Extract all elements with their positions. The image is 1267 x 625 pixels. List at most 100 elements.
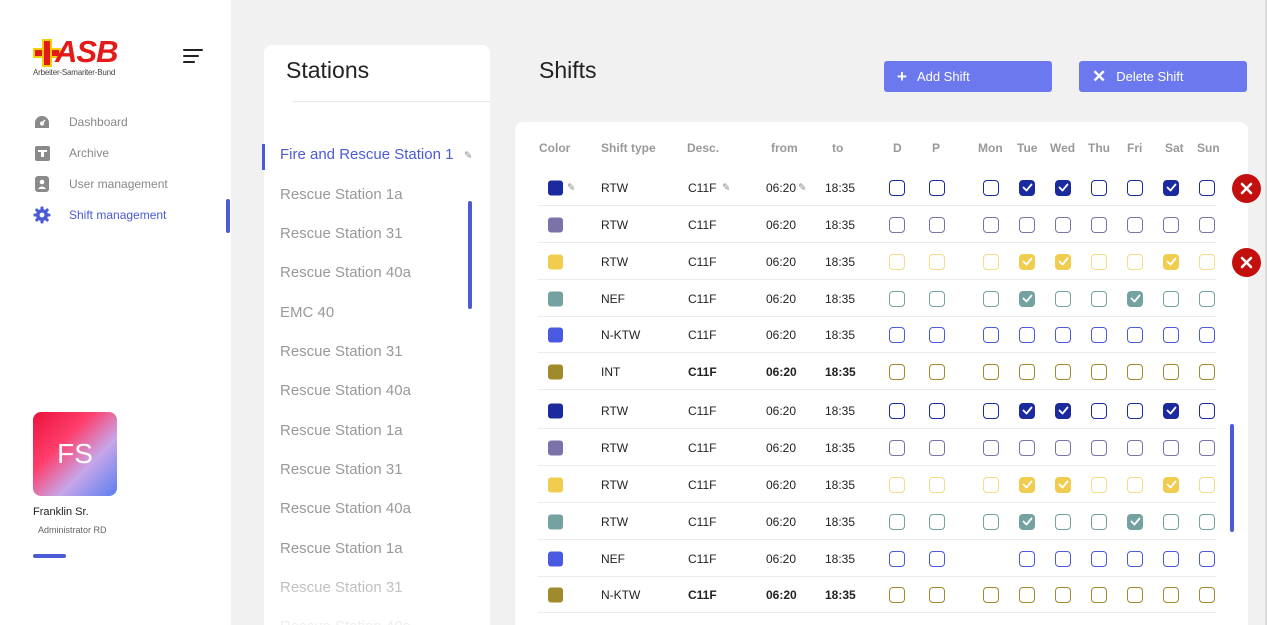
day-checkbox-checked[interactable] xyxy=(1019,290,1035,307)
day-checkbox-checked[interactable] xyxy=(1055,253,1071,270)
column-header-sun[interactable]: Sun xyxy=(1197,141,1220,155)
station-item[interactable]: Rescue Station 1a xyxy=(280,540,403,557)
day-checkbox[interactable] xyxy=(1127,253,1143,270)
day-checkbox[interactable] xyxy=(983,290,999,307)
day-checkbox[interactable] xyxy=(983,586,999,603)
day-checkbox[interactable] xyxy=(1055,513,1071,530)
day-checkbox[interactable] xyxy=(1199,402,1215,419)
station-item[interactable]: Rescue Station 1a xyxy=(280,422,403,439)
day-checkbox[interactable] xyxy=(889,476,905,493)
stations-scrollbar[interactable] xyxy=(468,201,472,309)
day-checkbox[interactable] xyxy=(1163,439,1179,456)
day-checkbox[interactable] xyxy=(1127,586,1143,603)
column-header-from[interactable]: from xyxy=(771,141,798,155)
station-item[interactable]: Rescue Station 31 xyxy=(280,579,403,596)
day-checkbox[interactable] xyxy=(983,326,999,343)
color-swatch[interactable] xyxy=(548,514,563,529)
day-checkbox[interactable] xyxy=(1199,439,1215,456)
day-checkbox[interactable] xyxy=(889,290,905,307)
day-checkbox[interactable] xyxy=(983,439,999,456)
edit-desc-pencil-icon[interactable]: ✎ xyxy=(722,182,730,193)
asb-logo[interactable]: ASB Arbeiter-Samariter-Bund xyxy=(33,36,137,80)
day-checkbox[interactable] xyxy=(1091,216,1107,233)
day-checkbox[interactable] xyxy=(1199,363,1215,380)
day-checkbox[interactable] xyxy=(1091,290,1107,307)
day-checkbox[interactable] xyxy=(929,326,945,343)
day-checkbox[interactable] xyxy=(1055,216,1071,233)
color-swatch[interactable] xyxy=(548,403,563,418)
color-swatch[interactable] xyxy=(548,477,563,492)
day-checkbox[interactable] xyxy=(983,253,999,270)
day-checkbox[interactable] xyxy=(983,476,999,493)
day-checkbox[interactable] xyxy=(889,216,905,233)
day-checkbox[interactable] xyxy=(1019,216,1035,233)
day-checkbox[interactable] xyxy=(929,290,945,307)
station-item[interactable]: Rescue Station 40a xyxy=(280,500,411,517)
day-checkbox-checked[interactable] xyxy=(1019,476,1035,493)
station-item[interactable]: Rescue Station 31 xyxy=(280,225,403,242)
day-checkbox-checked[interactable] xyxy=(1127,513,1143,530)
delete-shift-button[interactable]: ✕ Delete Shift xyxy=(1079,61,1247,92)
station-item[interactable]: EMC 40 xyxy=(280,304,334,321)
day-checkbox[interactable] xyxy=(1091,253,1107,270)
day-checkbox-checked[interactable] xyxy=(1055,476,1071,493)
day-checkbox[interactable] xyxy=(1127,476,1143,493)
color-swatch[interactable] xyxy=(548,217,563,232)
day-checkbox[interactable] xyxy=(889,439,905,456)
day-checkbox[interactable] xyxy=(1019,326,1035,343)
day-checkbox-checked[interactable] xyxy=(1019,179,1035,196)
day-checkbox[interactable] xyxy=(1127,402,1143,419)
day-checkbox[interactable] xyxy=(889,513,905,530)
day-checkbox[interactable] xyxy=(1127,179,1143,196)
day-checkbox-checked[interactable] xyxy=(1055,179,1071,196)
day-checkbox[interactable] xyxy=(1163,290,1179,307)
station-item[interactable]: Rescue Station 1a xyxy=(280,186,403,203)
day-checkbox[interactable] xyxy=(889,550,905,567)
day-checkbox[interactable] xyxy=(929,476,945,493)
day-checkbox[interactable] xyxy=(983,363,999,380)
day-checkbox[interactable] xyxy=(1127,439,1143,456)
day-checkbox[interactable] xyxy=(1055,586,1071,603)
day-checkbox[interactable] xyxy=(889,402,905,419)
day-checkbox[interactable] xyxy=(889,253,905,270)
day-checkbox[interactable] xyxy=(1127,363,1143,380)
day-checkbox[interactable] xyxy=(1199,216,1215,233)
shifts-scrollbar[interactable] xyxy=(1230,424,1234,532)
avatar[interactable]: FS xyxy=(33,412,117,496)
day-checkbox[interactable] xyxy=(929,179,945,196)
day-checkbox[interactable] xyxy=(889,363,905,380)
delete-row-icon[interactable] xyxy=(1232,174,1261,203)
day-checkbox[interactable] xyxy=(1091,179,1107,196)
color-swatch[interactable] xyxy=(548,327,563,342)
day-checkbox[interactable] xyxy=(1199,586,1215,603)
day-checkbox[interactable] xyxy=(1091,363,1107,380)
day-checkbox-checked[interactable] xyxy=(1019,513,1035,530)
day-checkbox[interactable] xyxy=(1127,326,1143,343)
color-swatch[interactable] xyxy=(548,291,563,306)
nav-item-shift-management[interactable]: Shift management xyxy=(33,205,166,225)
column-header-mon[interactable]: Mon xyxy=(978,141,1003,155)
column-header-desc[interactable]: Desc. xyxy=(687,141,719,155)
column-header-color[interactable]: Color xyxy=(539,141,570,155)
color-swatch[interactable] xyxy=(548,440,563,455)
day-checkbox[interactable] xyxy=(1091,550,1107,567)
day-checkbox-checked[interactable] xyxy=(1163,476,1179,493)
day-checkbox-checked[interactable] xyxy=(1019,253,1035,270)
day-checkbox[interactable] xyxy=(1091,513,1107,530)
day-checkbox[interactable] xyxy=(929,402,945,419)
delete-row-icon[interactable] xyxy=(1232,248,1261,277)
nav-item-user-management[interactable]: User management xyxy=(33,174,168,194)
add-shift-button[interactable]: + Add Shift xyxy=(884,61,1052,92)
day-checkbox[interactable] xyxy=(1163,513,1179,530)
day-checkbox[interactable] xyxy=(1091,402,1107,419)
nav-item-dashboard[interactable]: Dashboard xyxy=(33,112,128,132)
day-checkbox[interactable] xyxy=(983,179,999,196)
day-checkbox[interactable] xyxy=(1019,363,1035,380)
station-item[interactable]: Fire and Rescue Station 1 xyxy=(280,146,453,163)
day-checkbox[interactable] xyxy=(929,253,945,270)
day-checkbox[interactable] xyxy=(1055,550,1071,567)
day-checkbox[interactable] xyxy=(1055,439,1071,456)
day-checkbox[interactable] xyxy=(929,439,945,456)
color-swatch[interactable] xyxy=(548,180,563,195)
day-checkbox[interactable] xyxy=(1163,550,1179,567)
